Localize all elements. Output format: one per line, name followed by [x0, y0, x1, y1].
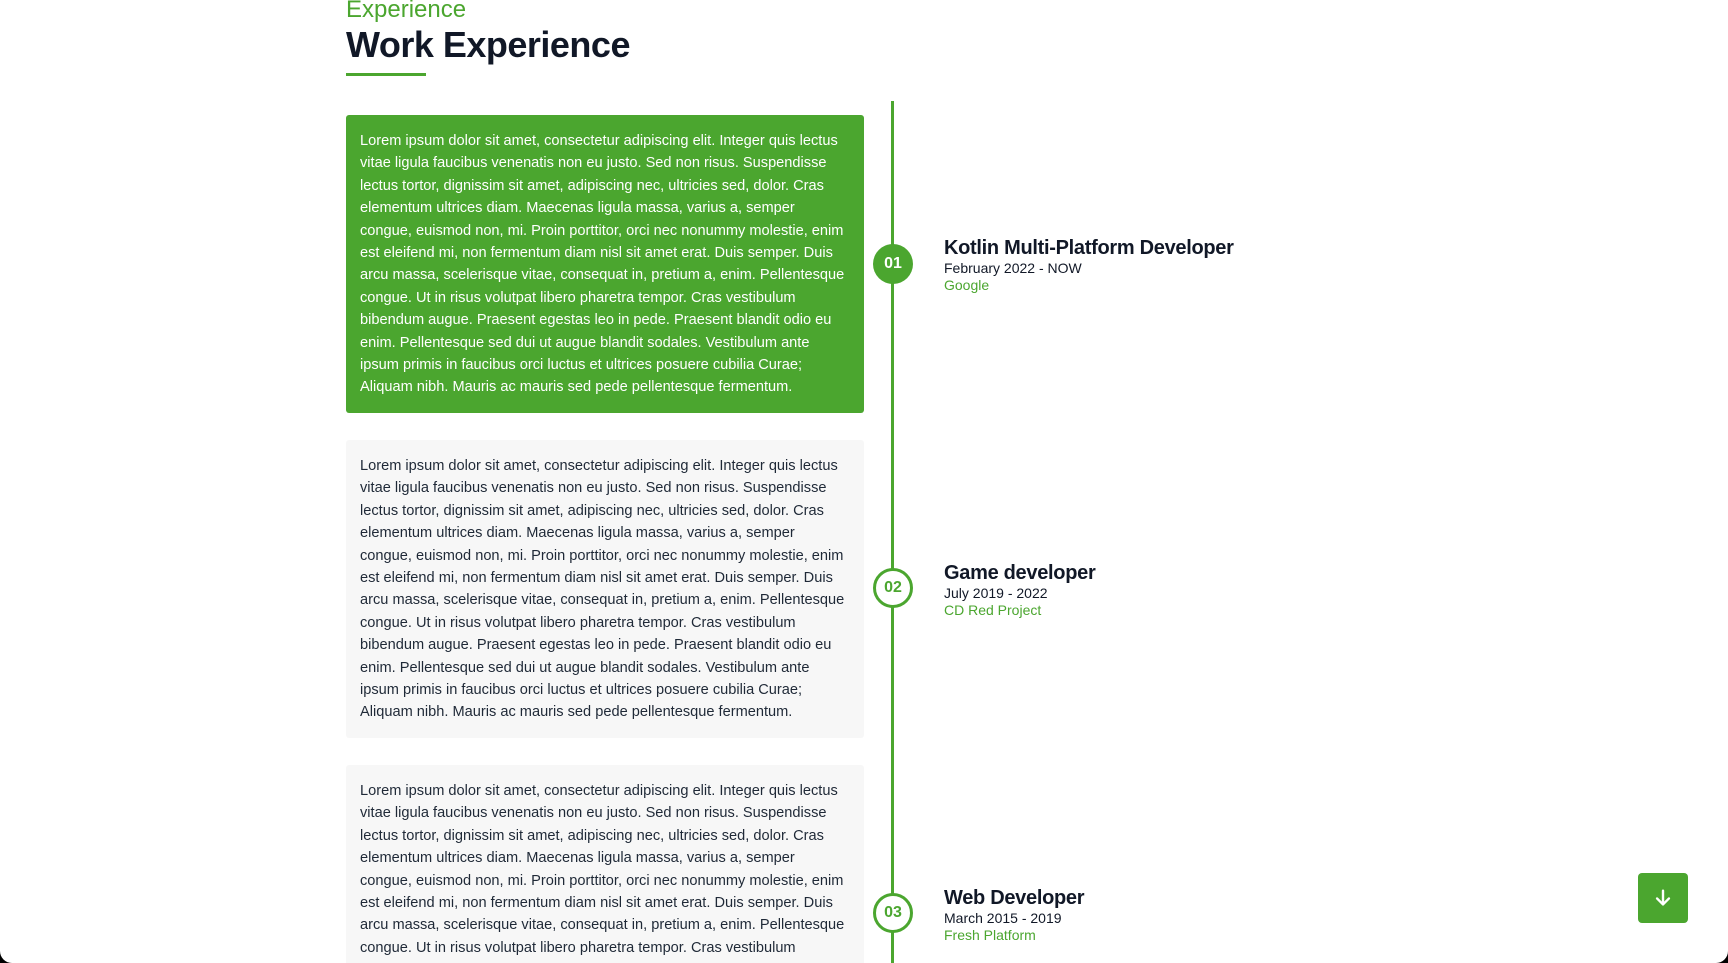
timeline-marker-2[interactable]: 02 — [873, 568, 913, 608]
experience-description: Lorem ipsum dolor sit amet, consectetur … — [360, 783, 845, 956]
marker-number: 03 — [884, 904, 902, 921]
job-title: Game developer — [944, 562, 1096, 584]
experience-card-2[interactable]: Lorem ipsum dolor sit amet, consectetur … — [346, 440, 864, 738]
scroll-down-button[interactable] — [1638, 873, 1688, 923]
experience-description: Lorem ipsum dolor sit amet, consectetur … — [360, 133, 845, 396]
page-title: Work Experience — [346, 24, 630, 65]
job-company: Fresh Platform — [944, 927, 1036, 943]
job-company: CD Red Project — [944, 602, 1042, 618]
job-dates: July 2019 - 2022 — [944, 585, 1048, 601]
timeline-line — [891, 101, 894, 963]
job-dates: February 2022 - NOW — [944, 260, 1082, 276]
experience-card-3[interactable]: Lorem ipsum dolor sit amet, consectetur … — [346, 765, 864, 963]
job-title: Web Developer — [944, 887, 1085, 909]
marker-number: 02 — [884, 579, 902, 596]
experience-page: Experience Work Experience Lorem ipsum d… — [0, 0, 1728, 963]
job-info-3: Web Developer March 2015 - 2019 Fresh Pl… — [944, 886, 1085, 944]
job-info-2: Game developer July 2019 - 2022 CD Red P… — [944, 561, 1096, 619]
marker-number: 01 — [884, 255, 902, 272]
timeline-marker-1[interactable]: 01 — [873, 244, 913, 284]
experience-card-1[interactable]: Lorem ipsum dolor sit amet, consectetur … — [346, 115, 864, 413]
job-company: Google — [944, 277, 990, 293]
timeline-marker-3[interactable]: 03 — [873, 893, 913, 933]
experience-description: Lorem ipsum dolor sit amet, consectetur … — [360, 458, 845, 721]
section-eyebrow: Experience — [346, 0, 467, 23]
job-title: Kotlin Multi-Platform Developer — [944, 237, 1234, 259]
title-underline — [346, 73, 426, 76]
arrow-down-icon — [1655, 889, 1671, 906]
job-dates: March 2015 - 2019 — [944, 910, 1062, 926]
job-info-1: Kotlin Multi-Platform Developer February… — [944, 236, 1234, 294]
